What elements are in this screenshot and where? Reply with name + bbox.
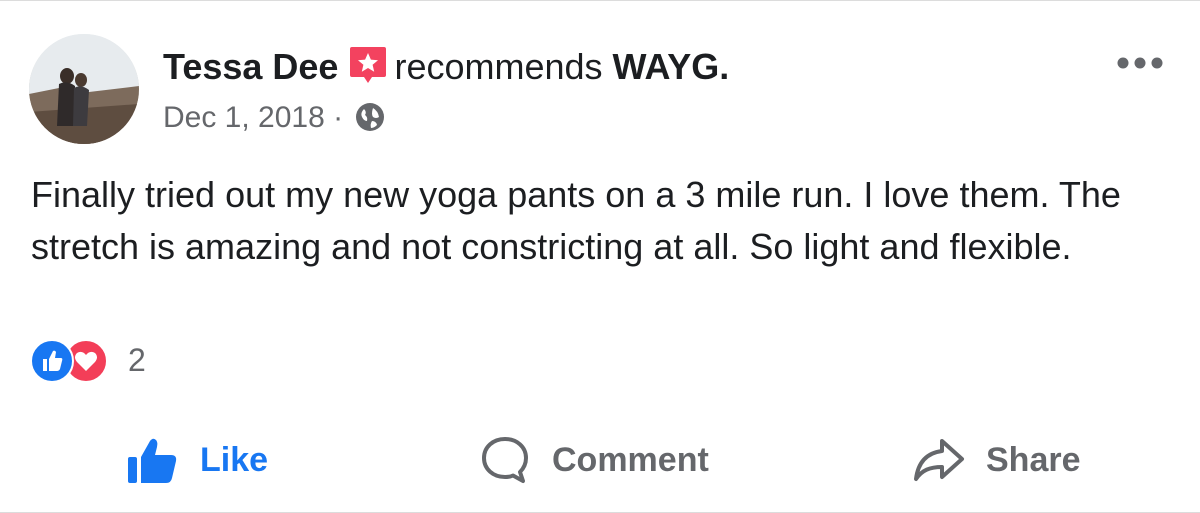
- globe-icon: [355, 102, 385, 132]
- author-avatar[interactable]: [29, 34, 139, 144]
- post-meta: Dec 1, 2018 ·: [163, 99, 385, 137]
- share-arrow-icon: [914, 439, 964, 481]
- recommend-star-icon: [348, 45, 388, 85]
- like-label: Like: [200, 440, 269, 479]
- recommends-text: recommends: [394, 46, 603, 87]
- author-name[interactable]: Tessa Dee: [163, 46, 338, 87]
- meta-separator: ·: [333, 101, 344, 134]
- post-body: Finally tried out my new yoga pants on a…: [31, 174, 1121, 267]
- comment-button[interactable]: Comment: [478, 421, 709, 499]
- page-name[interactable]: WAYG.: [613, 46, 730, 87]
- share-label: Share: [986, 440, 1081, 479]
- like-button[interactable]: Like: [126, 421, 268, 499]
- share-button[interactable]: Share: [912, 421, 1081, 499]
- reaction-count: 2: [128, 342, 146, 378]
- post-header: Tessa Dee recommends WAYG.: [163, 45, 729, 89]
- post-date[interactable]: Dec 1, 2018: [163, 101, 325, 134]
- more-options-icon[interactable]: [1116, 53, 1164, 73]
- comment-bubble-icon: [482, 437, 528, 483]
- post-card: Tessa Dee recommends WAYG. Dec 1, 2018 · …: [0, 0, 1200, 513]
- comment-label: Comment: [552, 440, 709, 479]
- like-reaction-icon: [30, 339, 74, 383]
- action-bar: Like Comment Share: [0, 421, 1200, 499]
- thumbs-up-icon: [128, 438, 177, 483]
